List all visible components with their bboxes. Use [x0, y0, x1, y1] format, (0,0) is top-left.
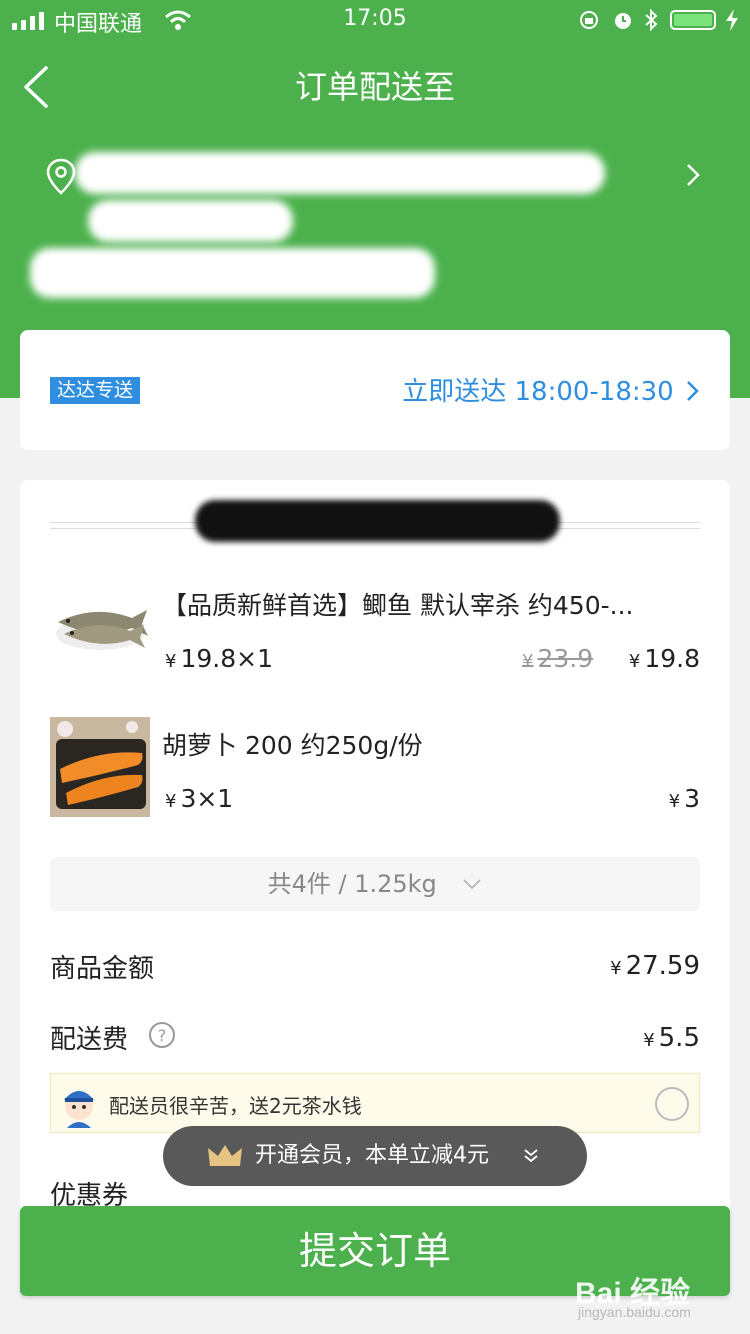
item-original-price-value: 23.9: [537, 644, 594, 673]
item-original-price: ¥23.9: [522, 644, 593, 673]
divider: [555, 522, 700, 529]
redacted-address-line: [75, 152, 605, 194]
member-banner-text: 开通会员，本单立减4元: [255, 1143, 489, 1168]
item-name: 【品质新鲜首选】鲫鱼 默认宰杀 约450-...: [162, 591, 634, 620]
currency-symbol: ¥: [610, 958, 622, 979]
redacted-contact-phone: [30, 248, 435, 298]
item-summary-text: 共4件 / 1.25kg: [267, 870, 437, 898]
svg-text:?: ?: [158, 1026, 167, 1045]
item-price: ¥19.8: [629, 644, 700, 673]
delivery-fee: 5.5: [658, 1023, 700, 1053]
goods-amount: 27.59: [625, 951, 700, 981]
item-unit-price-value: 3×1: [180, 784, 234, 813]
rotation-lock-icon: [580, 11, 598, 29]
fish-product-image: [56, 610, 148, 650]
item-price: ¥3: [669, 784, 700, 813]
battery-icon: [670, 10, 716, 30]
watermark-url: jingyan.baidu.com: [578, 1304, 691, 1320]
member-banner[interactable]: 开通会员，本单立减4元: [163, 1126, 587, 1186]
alarm-icon: [615, 13, 631, 29]
currency-symbol: ¥: [643, 1030, 655, 1051]
goods-amount-value: ¥27.59: [610, 951, 700, 981]
item-price-value: 3: [684, 784, 700, 813]
item-name: 胡萝卜 200 约250g/份: [162, 731, 423, 760]
bluetooth-icon: [645, 8, 658, 32]
address-row[interactable]: [0, 130, 750, 320]
crown-icon: [208, 1145, 242, 1166]
divider: [50, 522, 198, 529]
charging-icon: [726, 9, 738, 31]
chevron-right-icon: [687, 381, 699, 401]
redacted-contact-name: [88, 200, 293, 242]
currency-symbol: ¥: [668, 791, 681, 812]
help-icon[interactable]: ?: [148, 1021, 176, 1049]
courier-tip-row[interactable]: 配送员很辛苦，送2元茶水钱: [50, 1073, 700, 1133]
currency-symbol: ¥: [628, 651, 641, 672]
chevron-down-icon: [463, 879, 482, 890]
item-unit-price: ¥19.8×1: [165, 644, 273, 673]
location-pin-icon: [46, 158, 76, 195]
courier-avatar-icon: [64, 1091, 94, 1128]
goods-amount-label: 商品金额: [50, 954, 155, 984]
redacted-shop-name: [195, 500, 560, 542]
page-title: 订单配送至: [294, 68, 455, 106]
delivery-fee-label: 配送费: [50, 1025, 129, 1055]
clock: 17:05: [343, 6, 407, 31]
item-unit-price-value: 19.8×1: [180, 644, 273, 673]
currency-symbol: ¥: [165, 791, 177, 812]
chevron-right-icon: [687, 164, 700, 186]
status-bar: 中国联通 17:05: [0, 0, 750, 40]
courier-tip-text: 配送员很辛苦，送2元茶水钱: [109, 1094, 362, 1118]
carrot-product-image: [50, 717, 150, 817]
delivery-fee-value: ¥5.5: [643, 1023, 700, 1053]
currency-symbol: ¥: [522, 651, 534, 672]
courier-tip-radio[interactable]: [655, 1087, 689, 1121]
item-unit-price: ¥3×1: [165, 784, 233, 813]
item-summary-toggle[interactable]: 共4件 / 1.25kg: [50, 857, 700, 911]
delivery-time-label: 立即送达 18:00-18:30: [402, 377, 674, 407]
double-chevron-down-icon: [524, 1149, 538, 1163]
courier-badge: 达达专送: [50, 377, 141, 404]
currency-symbol: ¥: [165, 651, 177, 672]
item-price-value: 19.8: [644, 644, 700, 673]
delivery-time-selector[interactable]: 立即送达 18:00-18:30: [402, 371, 700, 408]
